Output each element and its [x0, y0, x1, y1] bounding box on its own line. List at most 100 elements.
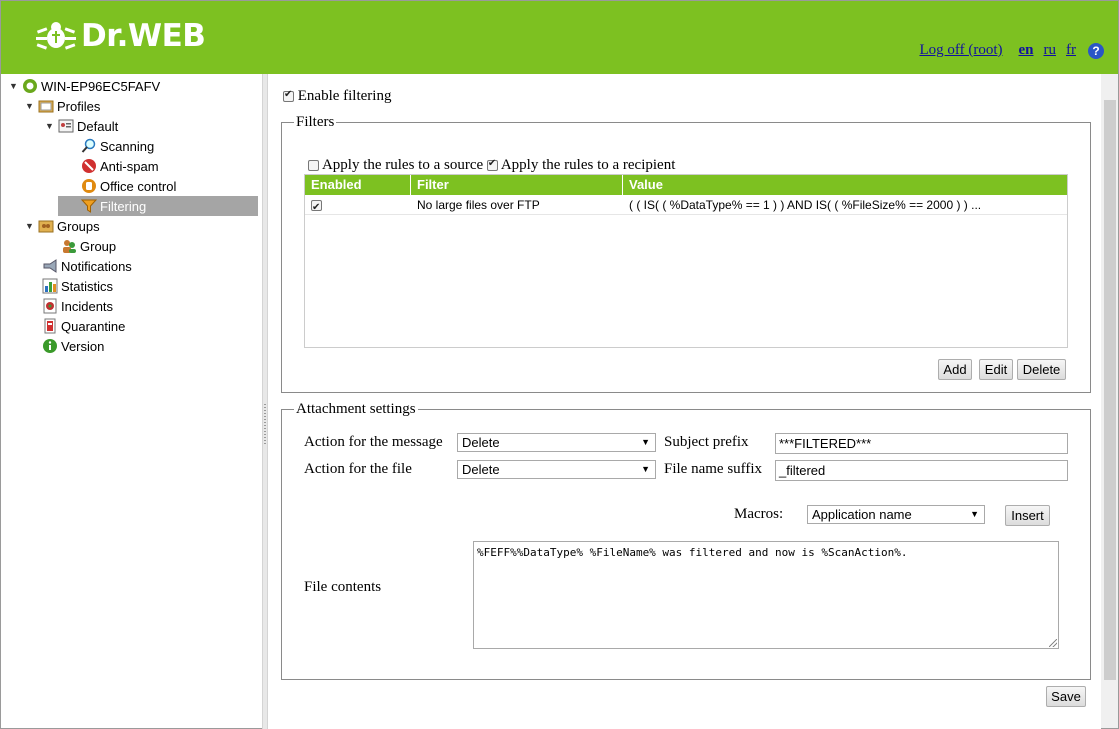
tree-item-groups[interactable]: ▼ Groups — [25, 216, 100, 236]
column-enabled[interactable]: Enabled — [305, 175, 411, 195]
lang-en-link[interactable]: en — [1019, 42, 1034, 59]
edit-button[interactable]: Edit — [979, 359, 1013, 380]
help-icon[interactable]: ? — [1088, 42, 1104, 59]
users-icon — [63, 240, 76, 253]
apply-source-label: Apply the rules to a source — [321, 157, 484, 173]
action-message-label: Action for the message — [304, 434, 443, 450]
action-file-value: Delete — [462, 462, 500, 477]
tree-label: Incidents — [61, 298, 114, 314]
row-filter-cell: No large files over FTP — [417, 198, 540, 212]
vertical-scrollbar[interactable] — [1101, 74, 1119, 729]
attachment-legend: Attachment settings — [296, 401, 416, 417]
tree-label: Notifications — [61, 258, 132, 274]
apply-rules-row: Apply the rules to a source Apply the ru… — [308, 157, 675, 174]
splitter-grip[interactable] — [264, 404, 266, 444]
expand-arrow-icon[interactable]: ▼ — [45, 121, 55, 131]
subject-prefix-input[interactable]: ***FILTERED*** — [775, 433, 1068, 454]
tree-label: Profiles — [57, 98, 101, 114]
apply-recipient-checkbox[interactable] — [486, 158, 498, 172]
hand-stop-icon — [82, 179, 96, 193]
expand-arrow-icon[interactable]: ▼ — [25, 221, 35, 231]
tree-label: Anti-spam — [100, 158, 159, 174]
expand-arrow-icon[interactable]: ▼ — [9, 81, 19, 91]
info-icon — [43, 339, 57, 353]
column-value[interactable]: Value — [623, 175, 1047, 195]
tree-item-antispam[interactable]: Anti-spam — [81, 156, 159, 176]
logoff-link[interactable]: Log off (root) — [919, 42, 1002, 59]
logo-text: Dr.WEB — [81, 18, 206, 54]
enable-filtering-label: Enable filtering — [297, 88, 392, 104]
action-file-select[interactable]: Delete ▼ — [457, 460, 656, 479]
filtering-settings-panel: Enable filtering Filters Apply the rules… — [268, 74, 1104, 729]
scrollbar-thumb[interactable] — [1104, 100, 1116, 680]
tree-item-default[interactable]: ▼ Default — [45, 116, 118, 136]
tree-item-notifications[interactable]: Notifications — [42, 256, 132, 276]
enable-filtering-checkbox[interactable] — [283, 89, 294, 103]
tree-label: Group — [80, 238, 117, 254]
table-row[interactable]: No large files over FTP ( ( IS( ( %DataT… — [305, 195, 1067, 215]
apply-source-checkbox[interactable] — [308, 160, 319, 172]
action-file-label: Action for the file — [304, 461, 412, 477]
subject-prefix-label: Subject prefix — [664, 434, 749, 450]
resize-handle-icon[interactable] — [1049, 639, 1057, 647]
tree-item-incidents[interactable]: Incidents — [42, 296, 113, 316]
bar-chart-icon — [42, 278, 58, 294]
tree-item-profiles[interactable]: ▼ Profiles — [25, 96, 100, 116]
lang-ru-link[interactable]: ru — [1044, 42, 1057, 59]
magnifier-icon — [81, 138, 96, 153]
filters-legend: Filters — [296, 114, 335, 130]
tree-label: Version — [61, 338, 105, 354]
tree-label: Quarantine — [61, 318, 126, 334]
tree-item-statistics[interactable]: Statistics — [42, 276, 113, 296]
file-suffix-label: File name suffix — [664, 461, 763, 477]
action-message-value: Delete — [462, 435, 500, 450]
macros-value: Application name — [812, 507, 912, 522]
file-suffix-input[interactable]: _filtered — [775, 460, 1068, 481]
enable-filtering-row[interactable]: Enable filtering — [283, 88, 391, 105]
dropdown-caret-icon: ▼ — [970, 509, 979, 519]
tree-item-server[interactable]: ▼ WIN-EP96EC5FAFV — [9, 76, 160, 96]
lang-fr-link[interactable]: fr — [1066, 42, 1076, 59]
insert-button[interactable]: Insert — [1005, 505, 1050, 526]
file-contents-label: File contents — [304, 579, 382, 595]
tree-item-version[interactable]: Version — [42, 336, 104, 356]
tree-item-filtering[interactable]: Filtering — [58, 196, 258, 216]
spider-logo-icon — [36, 22, 76, 50]
filters-fieldset: Filters Apply the rules to a source Appl… — [281, 114, 1091, 393]
tree-label: Scanning — [100, 138, 155, 154]
tree-label: Default — [77, 118, 119, 134]
header-links: Log off (root) en ru fr ? — [919, 42, 1104, 59]
expand-arrow-icon[interactable]: ▼ — [25, 101, 35, 111]
server-spider-icon — [23, 79, 37, 93]
tree-item-quarantine[interactable]: Quarantine — [42, 316, 125, 336]
drweb-logo: Dr.WEB — [35, 17, 206, 55]
row-enabled-checkbox[interactable] — [311, 198, 322, 214]
save-button[interactable]: Save — [1046, 686, 1086, 707]
file-contents-textarea[interactable]: %FEFF%%DataType% %FileName% was filtered… — [473, 541, 1059, 649]
tree-item-group[interactable]: Group — [61, 236, 116, 256]
dropdown-caret-icon: ▼ — [641, 437, 650, 447]
grid-header: Enabled Filter Value — [305, 175, 1067, 195]
tree-item-office-control[interactable]: Office control — [81, 176, 176, 196]
tree-label: Office control — [100, 178, 177, 194]
row-enabled-cell — [305, 195, 411, 214]
tree-item-scanning[interactable]: Scanning — [81, 136, 154, 156]
tree-label: Filtering — [100, 198, 147, 214]
groups-folder-icon — [38, 220, 54, 233]
delete-button[interactable]: Delete — [1017, 359, 1066, 380]
row-value-cell: ( ( IS( ( %DataType% == 1 ) ) AND IS( ( … — [629, 198, 982, 212]
incident-log-icon — [43, 298, 57, 314]
add-button[interactable]: Add — [938, 359, 972, 380]
navigation-tree: ▼ WIN-EP96EC5FAFV ▼ Profiles ▼ Default S… — [0, 74, 262, 729]
column-filter[interactable]: Filter — [411, 175, 623, 195]
folder-icon — [38, 100, 54, 113]
apply-recipient-label: Apply the rules to a recipient — [500, 157, 676, 173]
no-entry-icon — [82, 159, 96, 173]
app-header: Dr.WEB Log off (root) en ru fr ? — [0, 0, 1119, 74]
action-message-select[interactable]: Delete ▼ — [457, 433, 656, 452]
macros-select[interactable]: Application name ▼ — [807, 505, 985, 524]
tree-label: Statistics — [61, 278, 114, 294]
macros-label: Macros: — [734, 506, 784, 522]
filters-grid: Enabled Filter Value No large files over… — [304, 174, 1068, 348]
tree-label: WIN-EP96EC5FAFV — [41, 78, 161, 94]
